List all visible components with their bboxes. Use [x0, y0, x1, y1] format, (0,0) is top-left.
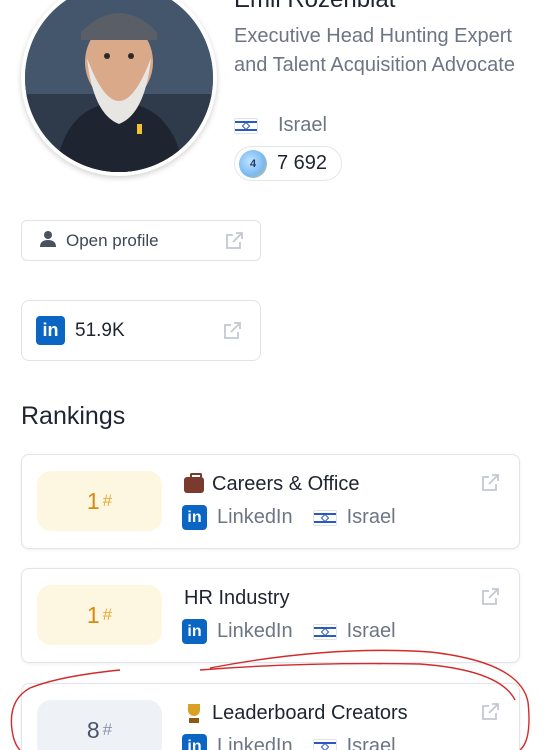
- score-value: 7 692: [277, 152, 328, 174]
- ranking-card[interactable]: 8 # Leaderboard Creators in LinkedIn Isra…: [21, 683, 520, 750]
- external-link-icon[interactable]: [480, 702, 500, 722]
- israel-flag-icon: [312, 509, 337, 526]
- user-icon: [40, 230, 56, 252]
- platform-label: LinkedIn: [217, 506, 293, 528]
- country-label: Israel: [346, 620, 396, 642]
- platform-label: LinkedIn: [217, 735, 293, 750]
- rank-number: 1 #: [37, 585, 162, 645]
- israel-flag-icon: [312, 623, 337, 640]
- followers-count: 51.9K: [75, 319, 125, 341]
- ranking-meta: in LinkedIn Israel: [182, 505, 396, 530]
- rank-hash: #: [102, 605, 113, 624]
- rank-value: 1: [86, 601, 100, 628]
- linkedin-icon: in: [36, 316, 65, 345]
- rank-number: 8 #: [37, 700, 162, 750]
- rank-value: 8: [86, 716, 100, 743]
- country-label: Israel: [346, 735, 396, 750]
- platform-label: LinkedIn: [217, 620, 293, 642]
- linkedin-icon: in: [182, 619, 207, 644]
- external-link-icon: [222, 321, 242, 341]
- external-link-icon[interactable]: [480, 473, 500, 493]
- israel-flag-icon: [312, 738, 337, 750]
- open-profile-button[interactable]: Open profile: [21, 220, 261, 261]
- country-label: Israel: [346, 506, 396, 528]
- ranking-category: Careers & Office: [184, 472, 360, 496]
- open-profile-label: Open profile: [66, 230, 159, 250]
- ranking-meta: in LinkedIn Israel: [182, 734, 396, 750]
- rank-hash: #: [102, 720, 113, 739]
- ranking-card[interactable]: 1 # HR Industry in LinkedIn Israel: [21, 568, 520, 663]
- ranking-category: HR Industry: [184, 587, 290, 610]
- external-link-icon: [224, 231, 244, 251]
- linkedin-icon: in: [182, 734, 207, 750]
- profile-country-label: Israel: [278, 114, 327, 136]
- ranking-category: Leaderboard Creators: [184, 702, 408, 725]
- ranking-category-label: Leaderboard Creators: [212, 702, 408, 724]
- ranking-category-label: Careers & Office: [212, 473, 360, 495]
- rankings-title: Rankings: [21, 402, 126, 430]
- score-badge: 4 7 692: [234, 146, 343, 181]
- profile-headline: Executive Head Hunting Expert and Talent…: [234, 25, 515, 76]
- rank-value: 1: [86, 487, 100, 514]
- ranking-card[interactable]: 1 # Careers & Office in LinkedIn Israel: [21, 454, 520, 549]
- linkedin-followers-button[interactable]: in 51.9K: [21, 300, 261, 361]
- profile-country: Israel: [234, 114, 327, 137]
- rank-number: 1 #: [37, 471, 162, 531]
- israel-flag-icon: [234, 117, 258, 134]
- ranking-category-label: HR Industry: [184, 587, 290, 609]
- ranking-meta: in LinkedIn Israel: [182, 619, 396, 644]
- avatar: [21, 0, 217, 176]
- score-level-icon: 4: [239, 149, 267, 178]
- rank-hash: #: [102, 491, 113, 510]
- trophy-icon: [184, 703, 204, 724]
- profile-name: Emil Rozenblat: [234, 0, 395, 14]
- external-link-icon[interactable]: [480, 587, 500, 607]
- linkedin-icon: in: [182, 505, 207, 530]
- briefcase-icon: [184, 472, 204, 493]
